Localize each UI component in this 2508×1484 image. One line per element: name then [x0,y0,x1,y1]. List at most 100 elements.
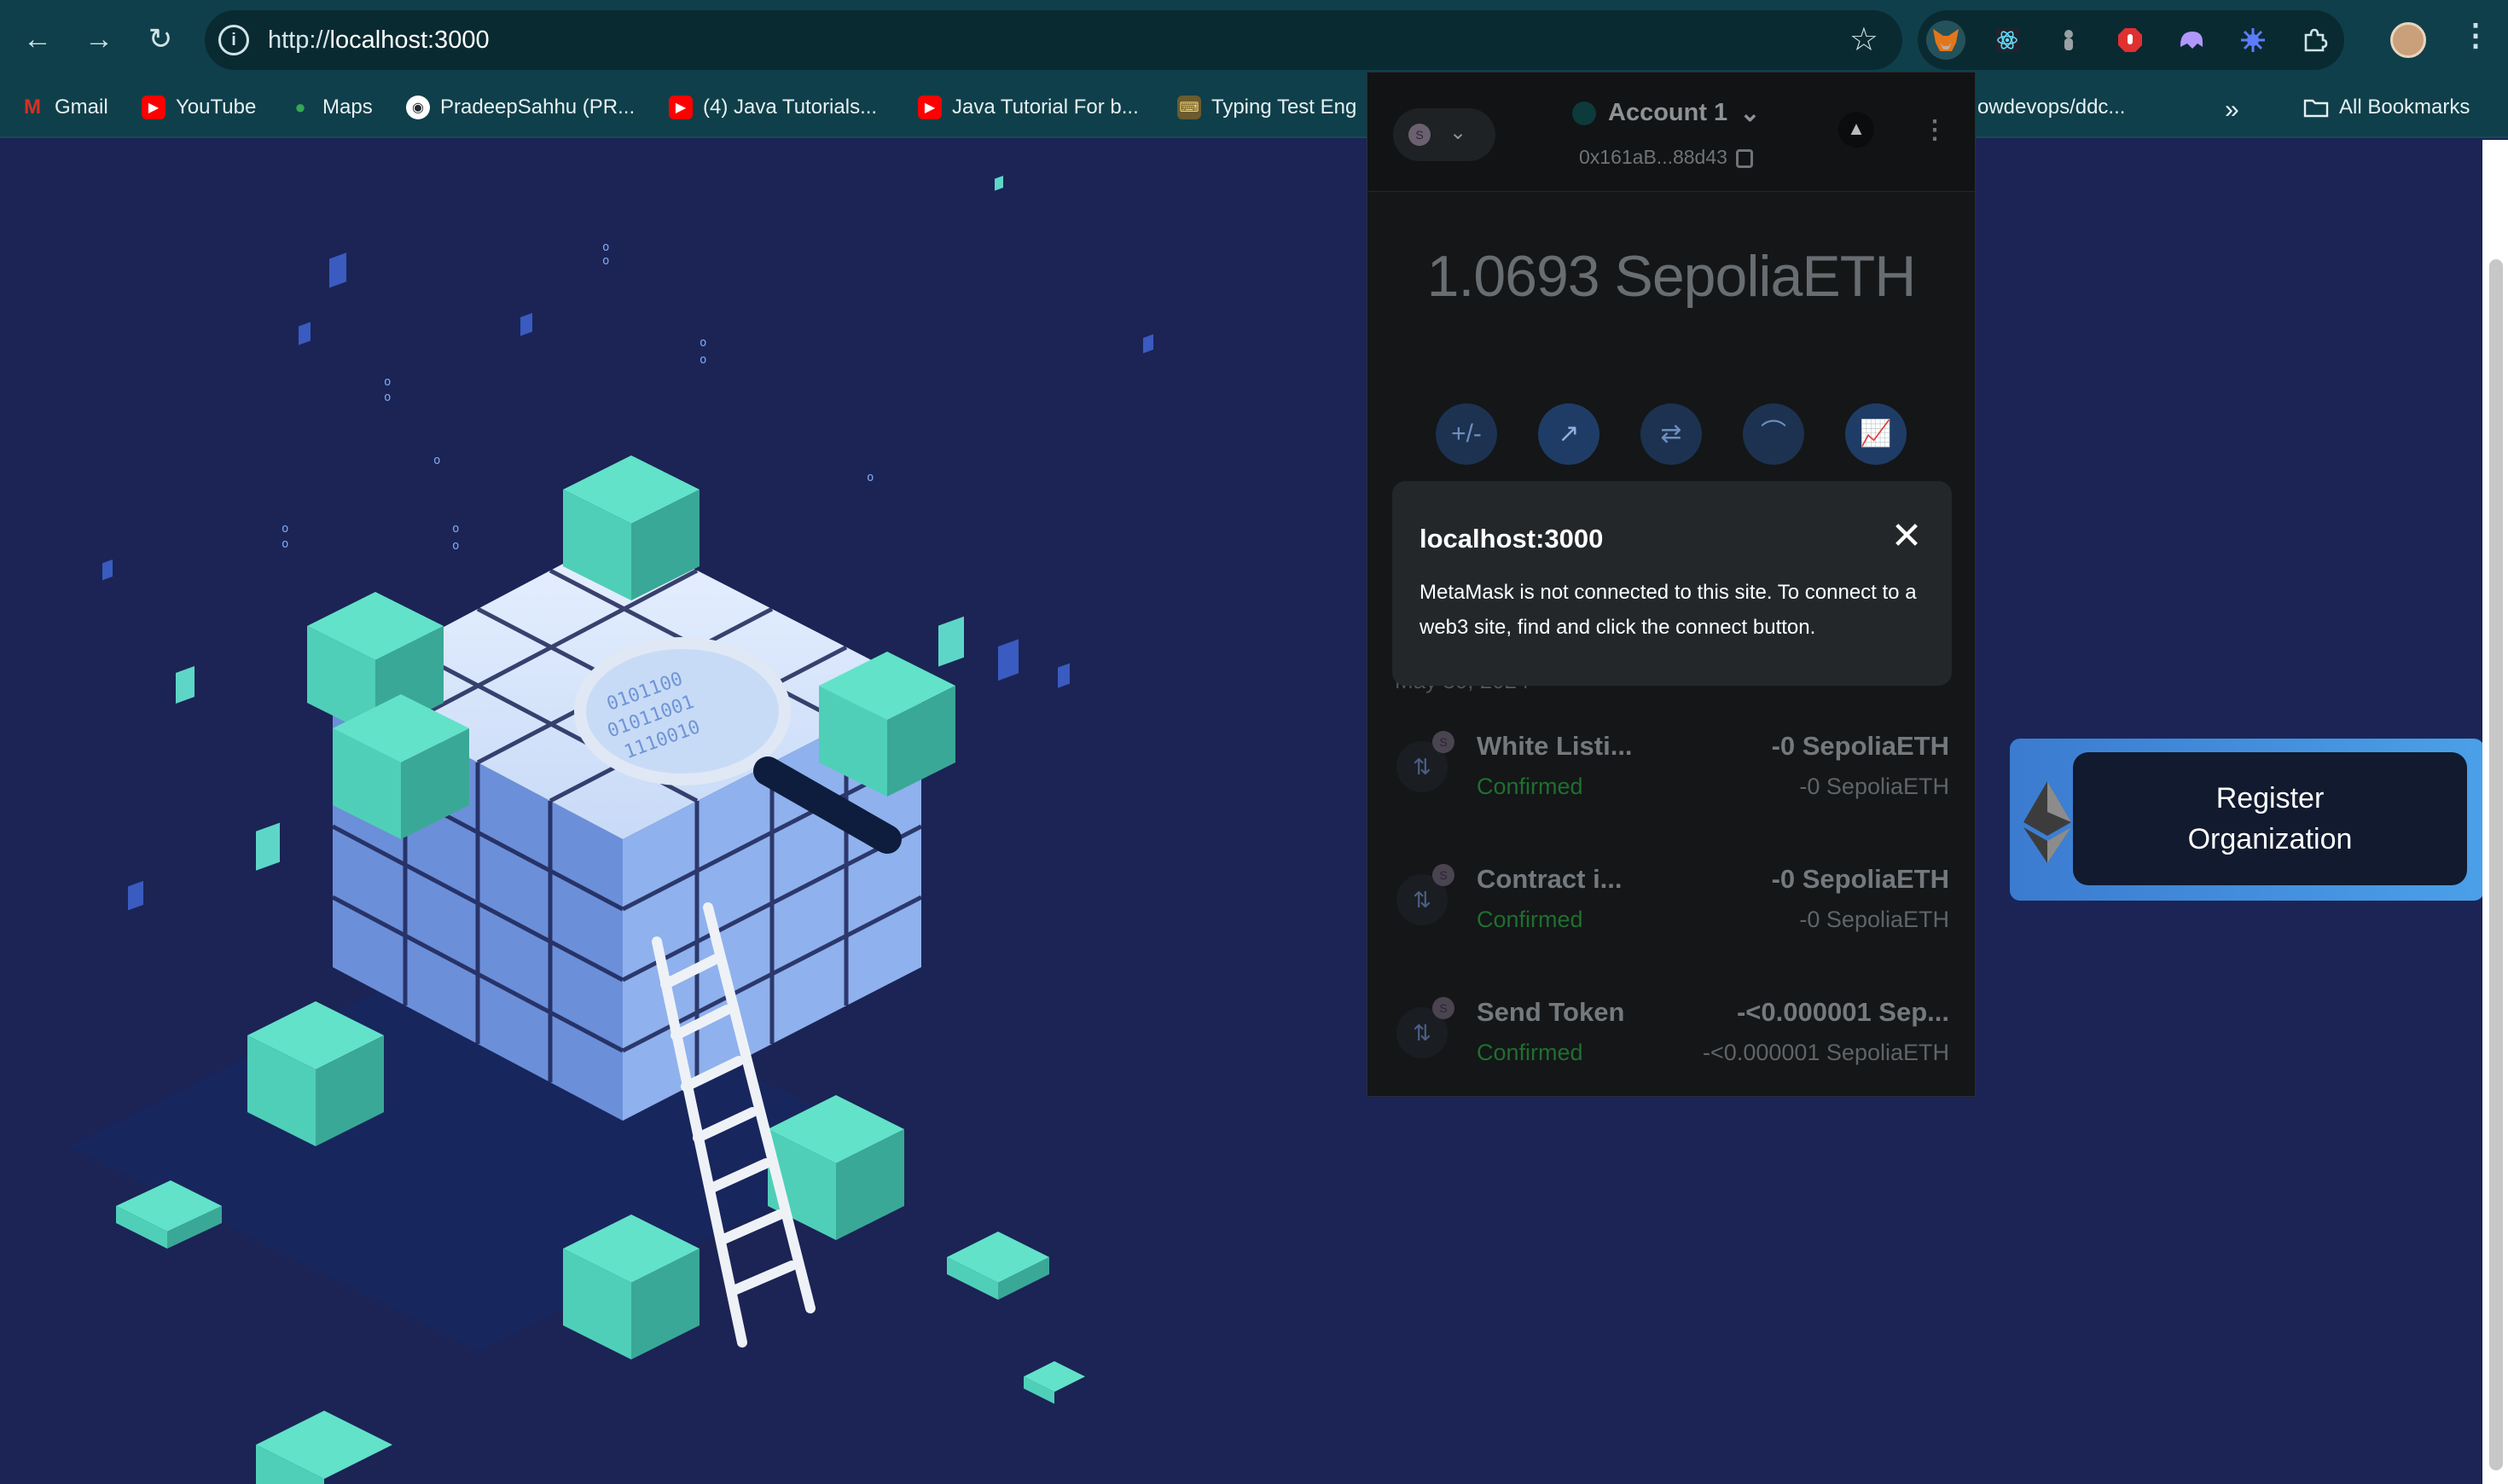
bookmark-github[interactable]: ◉ PradeepSahhu (PR... [406,96,635,119]
balance-amount: 1.0693 SepoliaETH [1426,244,1917,309]
account-avatar [1572,101,1596,125]
svg-text:o: o [700,336,706,350]
svg-text:o: o [433,454,440,467]
youtube-icon: ▶ [669,96,693,119]
page-content: oo oo o oo oo o oo 0101100 01011001 1110… [0,140,2482,1484]
bookmark-gmail[interactable]: M Gmail [20,96,108,119]
transaction-title: White Listi... [1477,731,1633,761]
extensions-bar [1918,10,2344,70]
transaction-amount: -<0.000001 Sep... [1736,997,1949,1027]
chevron-down-icon: ⌄ [1739,100,1761,127]
double-chevron-icon: » [2225,96,2239,124]
metamask-header: S ⌄ Account 1 ⌄ 0x161aB...88d43 ▲ ⋮ [1367,72,1975,192]
bookmark-maps[interactable]: ● Maps [288,96,372,119]
svg-text:o: o [384,375,391,389]
folder-icon [2303,99,2329,118]
svg-text:o: o [384,391,391,404]
browser-menu-icon[interactable]: ⋮ [2460,17,2491,53]
account-address[interactable]: 0x161aB...88d43 [1579,146,1753,169]
svg-text:o: o [282,522,288,536]
transaction-row[interactable]: ⇅ S Send Token Confirmed -<0.000001 Sep.… [1367,987,1975,1115]
register-organization-card: Register Organization [2010,739,2482,901]
url-text[interactable]: http://localhost:3000 [268,26,490,55]
all-bookmarks-button[interactable]: All Bookmarks [2303,96,2470,119]
transaction-status: Confirmed [1477,907,1583,932]
send-button[interactable]: ↗ [1538,403,1599,465]
transaction-row[interactable]: ⇅ S White Listi... Confirmed -0 SepoliaE… [1367,721,1975,849]
extension-figure-icon[interactable] [2049,20,2088,60]
maps-pin-icon: ● [294,96,306,118]
svg-text:o: o [452,539,459,553]
transaction-title: Contract i... [1477,864,1623,894]
svg-text:o: o [452,522,459,536]
network-badge: S [1432,997,1454,1019]
transaction-status: Confirmed [1477,774,1583,799]
bookmark-youtube[interactable]: ▶ YouTube [142,96,256,119]
close-icon[interactable]: ✕ [1885,515,1928,558]
youtube-icon: ▶ [142,96,165,119]
reload-button[interactable]: ↻ [140,19,181,60]
browser-toolbar: ← → ↻ i http://localhost:3000 ☆ ⋮ [0,0,2508,78]
blockchain-cube-illustration: oo oo o oo oo o oo 010110001011001111001… [68,175,1153,1484]
swap-button[interactable]: ⇄ [1640,403,1702,465]
reload-icon: ↻ [148,23,173,55]
account-name: Account 1 [1608,99,1728,126]
account-menu[interactable]: Account 1 ⌄ [1572,98,1761,128]
svg-text:o: o [867,471,874,484]
portfolio-button[interactable]: 📈 [1845,403,1907,465]
transaction-amount: -0 SepoliaETH [1771,864,1949,894]
transaction-fiat: -0 SepoliaETH [1799,774,1949,799]
bookmarks-overflow-button[interactable]: » [2225,96,2239,125]
chevron-down-icon: ⌄ [1449,121,1467,144]
site-info-icon[interactable]: i [218,25,249,55]
register-organization-button[interactable]: Register Organization [2073,752,2467,885]
extension-ghost-icon[interactable] [2172,20,2211,60]
svg-text:o: o [602,241,609,254]
bookmark-star-icon[interactable]: ☆ [1849,20,1878,59]
popover-title: localhost:3000 [1419,524,1604,554]
page-scrollbar[interactable] [2482,140,2508,1484]
bookmark-java-tutorials[interactable]: ▶ (4) Java Tutorials... [669,96,877,119]
scroll-thumb[interactable] [2489,259,2503,1470]
bookmarks-bar: M Gmail ▶ YouTube ● Maps ◉ PradeepSahhu (PR.… [0,78,2508,138]
svg-text:o: o [282,537,288,551]
not-connected-popover: localhost:3000 ✕ MetaMask is not connect… [1392,481,1952,686]
action-buttons: +/- ↗ ⇄ ⌒ 📈 [1436,403,1913,472]
transaction-fiat: -<0.000001 SepoliaETH [1703,1040,1949,1065]
bookmark-typing-test[interactable]: ⌨ Typing Test Eng [1177,96,1356,119]
svg-text:o: o [700,353,706,367]
transaction-row[interactable]: ⇅ S Contract i... Confirmed -0 SepoliaET… [1367,854,1975,982]
popover-message: MetaMask is not connected to this site. … [1419,581,1917,639]
typing-test-icon: ⌨ [1177,96,1201,119]
transaction-amount: -0 SepoliaETH [1771,731,1949,761]
extension-burst-icon[interactable] [2233,20,2273,60]
gmail-icon: M [24,96,41,119]
forward-icon: → [84,22,113,55]
adblock-hand-icon[interactable] [2110,20,2150,60]
bookmark-devops[interactable]: owdevops/ddc... [1977,96,2125,119]
metamask-fox-icon[interactable] [1926,20,1965,60]
forward-button[interactable]: → [78,19,119,60]
network-badge: S [1432,731,1454,753]
network-badge: S [1432,864,1454,886]
address-bar[interactable]: i http://localhost:3000 ☆ [205,10,1902,70]
buy-sell-button[interactable]: +/- [1436,403,1497,465]
network-badge: S [1408,124,1431,146]
bookmark-java-tutorial-beginners[interactable]: ▶ Java Tutorial For b... [918,96,1139,119]
transaction-status: Confirmed [1477,1040,1583,1065]
snaps-icon[interactable]: ▲ [1838,112,1874,148]
transaction-fiat: -0 SepoliaETH [1799,907,1949,932]
github-icon: ◉ [406,96,430,119]
back-button[interactable]: ← [17,19,58,60]
bridge-button[interactable]: ⌒ [1743,403,1804,465]
transaction-title: Send Token [1477,997,1625,1027]
ethereum-logo-icon [2023,781,2071,863]
profile-avatar[interactable] [2390,22,2426,58]
metamask-menu-icon[interactable]: ⋮ [1922,115,1948,145]
react-devtools-icon[interactable] [1988,20,2027,60]
youtube-icon: ▶ [918,96,942,119]
svg-text:o: o [602,254,609,268]
network-picker[interactable]: S ⌄ [1393,108,1495,161]
extensions-puzzle-icon[interactable] [2295,20,2334,60]
copy-icon[interactable] [1735,148,1753,168]
